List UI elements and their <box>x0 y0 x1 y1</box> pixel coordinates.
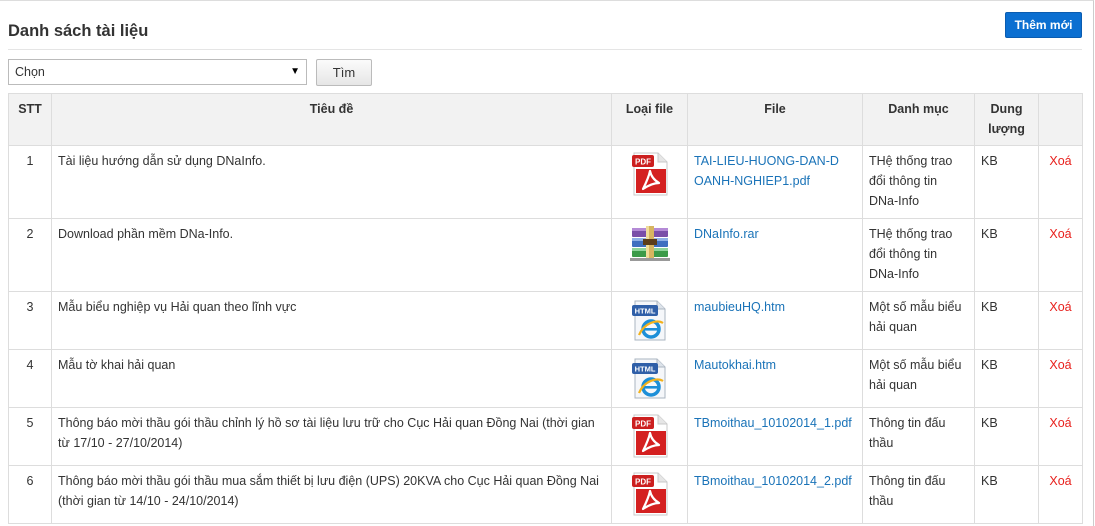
row-size: KB <box>974 145 1039 219</box>
page-title: Danh sách tài liệu <box>8 22 149 40</box>
svg-text:PDF: PDF <box>635 478 651 487</box>
delete-link[interactable]: Xoá <box>1049 416 1071 430</box>
row-category: THệ thống trao đổi thông tin DNa-Info <box>862 145 975 219</box>
pdf-icon: PDF <box>631 152 669 200</box>
delete-link[interactable]: Xoá <box>1049 300 1071 314</box>
rar-archive-icon <box>628 226 672 267</box>
row-category: Thông tin đấu thầu <box>862 465 975 524</box>
row-file-type <box>611 218 688 292</box>
row-category: Một số mẫu biểu hải quan <box>862 349 975 408</box>
row-file: TBmoithau_10102014_2.pdf <box>687 465 863 524</box>
table-row: 5 Thông báo mời thầu gói thầu chỉnh lý hồ… <box>8 407 1083 466</box>
row-title: Thông báo mời thầu gói thầu chỉnh lý hồ … <box>51 407 612 466</box>
file-download-link[interactable]: DNaInfo.rar <box>694 224 844 244</box>
file-download-link[interactable]: TBmoithau_10102014_2.pdf <box>694 474 852 488</box>
table-header-row: STT Tiêu đề Loại file File Danh mục Dung… <box>8 93 1083 146</box>
delete-link[interactable]: Xoá <box>1049 358 1071 372</box>
row-action: Xoá <box>1038 145 1083 219</box>
svg-text:PDF: PDF <box>635 420 651 429</box>
file-download-link[interactable]: maubieuHQ.htm <box>694 300 785 314</box>
html-file-icon: HTML <box>630 358 670 404</box>
row-stt: 3 <box>8 291 52 350</box>
row-file: Mautokhai.htm <box>687 349 863 408</box>
file-download-link[interactable]: Mautokhai.htm <box>694 358 776 372</box>
row-category: Một số mẫu biểu hải quan <box>862 291 975 350</box>
row-action: Xoá <box>1038 218 1083 292</box>
search-button[interactable]: Tìm <box>316 59 372 86</box>
row-file-type: HTML <box>611 349 688 408</box>
row-action: Xoá <box>1038 349 1083 408</box>
row-file-type: PDF <box>611 465 688 524</box>
title-divider <box>8 49 1082 50</box>
row-stt: 2 <box>8 218 52 292</box>
row-title: Thông báo mời thầu gói thầu mua sắm thiế… <box>51 465 612 524</box>
table-row: 1 Tài liệu hướng dẫn sử dụng DNaInfo. PDF T… <box>8 145 1083 219</box>
pdf-icon: PDF <box>631 414 669 462</box>
delete-link[interactable]: Xoá <box>1049 227 1071 241</box>
file-download-link[interactable]: TBmoithau_10102014_1.pdf <box>694 416 852 430</box>
row-category: Thông tin đấu thầu <box>862 407 975 466</box>
html-file-icon: HTML <box>630 300 670 346</box>
row-file-type: PDF <box>611 407 688 466</box>
row-file: maubieuHQ.htm <box>687 291 863 350</box>
row-file: TAI-LIEU-HUONG-DAN-DOANH-NGHIEP1.pdf <box>687 145 863 219</box>
row-size: KB <box>974 465 1039 524</box>
row-file: TBmoithau_10102014_1.pdf <box>687 407 863 466</box>
file-download-link[interactable]: TAI-LIEU-HUONG-DAN-DOANH-NGHIEP1.pdf <box>694 151 844 191</box>
row-file-type: PDF <box>611 145 688 219</box>
row-category: THệ thống trao đổi thông tin DNa-Info <box>862 218 975 292</box>
row-size: KB <box>974 218 1039 292</box>
table-row: 6 Thông báo mời thầu gói thầu mua sắm thi… <box>8 465 1083 524</box>
delete-link[interactable]: Xoá <box>1049 154 1071 168</box>
add-new-button[interactable]: Thêm mới <box>1005 12 1082 38</box>
category-select-value: Chọn <box>15 65 45 79</box>
row-title: Tài liệu hướng dẫn sử dụng DNaInfo. <box>51 145 612 219</box>
pdf-icon: PDF <box>631 472 669 520</box>
svg-text:HTML: HTML <box>634 307 655 316</box>
row-action: Xoá <box>1038 291 1083 350</box>
table-row: 4 Mẫu tờ khai hải quan HTML Mautokhai.htm Mộ… <box>8 349 1083 408</box>
chevron-down-icon: ▼ <box>290 66 300 77</box>
category-select[interactable]: Chọn ▼ <box>8 59 307 85</box>
row-title: Download phần mềm DNa-Info. <box>51 218 612 292</box>
svg-text:PDF: PDF <box>635 158 651 167</box>
column-header-size: Dung lượng <box>974 93 1039 146</box>
row-title: Mẫu tờ khai hải quan <box>51 349 612 408</box>
column-header-category: Danh mục <box>862 93 975 146</box>
row-stt: 1 <box>8 145 52 219</box>
row-stt: 5 <box>8 407 52 466</box>
column-header-title: Tiêu đề <box>51 93 612 146</box>
column-header-action <box>1038 93 1083 146</box>
row-size: KB <box>974 291 1039 350</box>
row-size: KB <box>974 349 1039 408</box>
documents-table: STT Tiêu đề Loại file File Danh mục Dung… <box>8 93 1083 524</box>
column-header-stt: STT <box>8 93 52 146</box>
row-file-type: HTML <box>611 291 688 350</box>
table-row: 2 Download phần mềm DNa-Info. DNaInfo.rar T… <box>8 218 1083 292</box>
delete-link[interactable]: Xoá <box>1049 474 1071 488</box>
column-header-file: File <box>687 93 863 146</box>
row-size: KB <box>974 407 1039 466</box>
column-header-file-type: Loại file <box>611 93 688 146</box>
row-action: Xoá <box>1038 407 1083 466</box>
row-action: Xoá <box>1038 465 1083 524</box>
row-file: DNaInfo.rar <box>687 218 863 292</box>
row-title: Mẫu biểu nghiệp vụ Hải quan theo lĩnh vự… <box>51 291 612 350</box>
table-row: 3 Mẫu biểu nghiệp vụ Hải quan theo lĩnh v… <box>8 291 1083 350</box>
svg-text:HTML: HTML <box>634 365 655 374</box>
row-stt: 4 <box>8 349 52 408</box>
row-stt: 6 <box>8 465 52 524</box>
